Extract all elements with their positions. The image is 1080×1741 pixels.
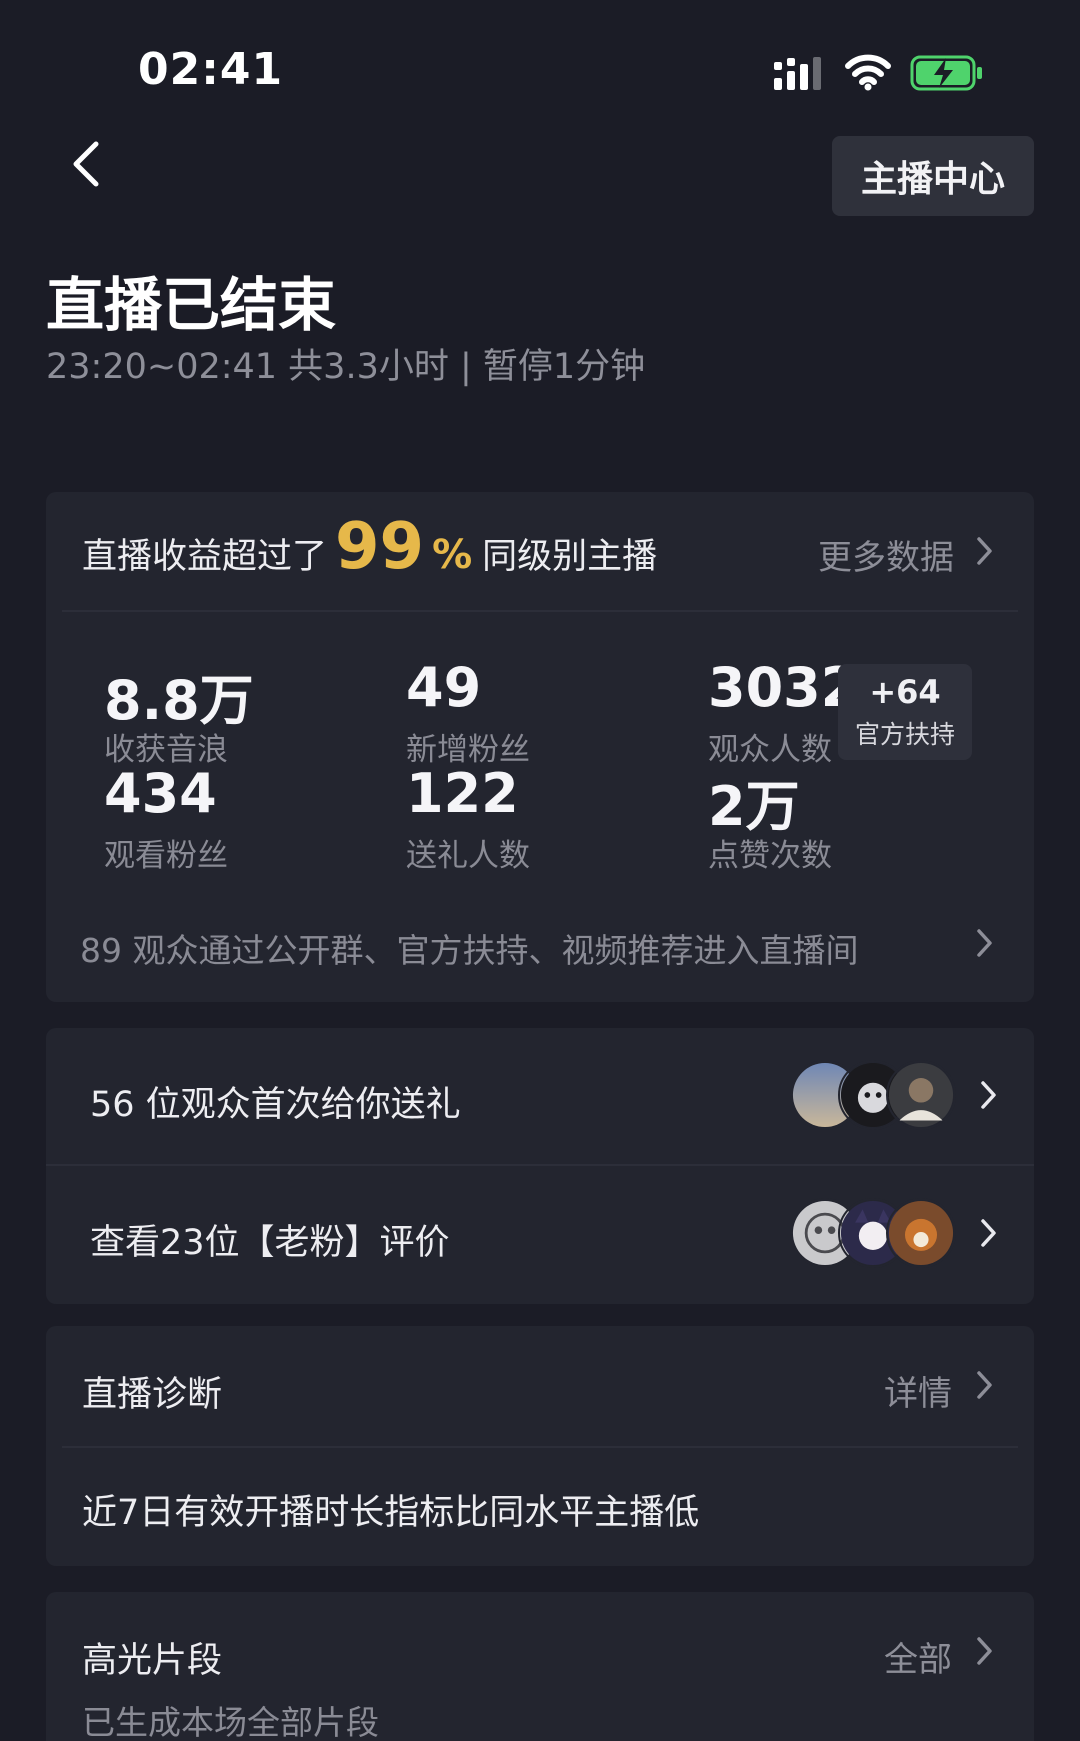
diagnosis-message: 近7日有效开播时长指标比同水平主播低 bbox=[82, 1493, 700, 1533]
viewer-entry-note[interactable]: 89 观众通过公开群、官方扶持、视频推荐进入直播间 bbox=[80, 924, 858, 972]
chevron-right-icon[interactable] bbox=[974, 1634, 996, 1668]
back-arrow-icon[interactable] bbox=[66, 136, 110, 192]
chevron-right-icon[interactable] bbox=[978, 1216, 1000, 1250]
chevron-right-icon[interactable] bbox=[978, 1078, 1000, 1112]
avatar bbox=[886, 1060, 956, 1130]
chevron-right-icon[interactable] bbox=[974, 534, 996, 568]
highlights-note: 已生成本场全部片段 bbox=[82, 1703, 379, 1741]
rank-percent-sign: % bbox=[432, 532, 473, 578]
rank-prefix: 直播收益超过了 bbox=[82, 537, 328, 577]
support-label: 官方扶持 bbox=[854, 720, 955, 749]
divider bbox=[62, 1446, 1018, 1448]
page-title: 直播已结束 bbox=[46, 271, 337, 339]
anchor-center-button[interactable]: 主播中心 bbox=[832, 136, 1034, 216]
battery-charging-icon bbox=[910, 55, 982, 91]
rank-percent: 99 bbox=[335, 510, 425, 584]
chevron-right-icon[interactable] bbox=[974, 926, 996, 960]
highlights-all-link[interactable]: 全部 bbox=[884, 1632, 952, 1681]
stat-value-viewers: 3032 bbox=[708, 656, 859, 719]
chevron-right-icon[interactable] bbox=[974, 1368, 996, 1402]
more-data-link[interactable]: 更多数据 bbox=[818, 530, 954, 579]
stat-value-gifters: 122 bbox=[406, 762, 519, 825]
stat-label-likes: 点赞次数 bbox=[708, 838, 832, 874]
divider bbox=[46, 1164, 1034, 1166]
stat-label-gifters: 送礼人数 bbox=[406, 838, 530, 874]
divider bbox=[62, 610, 1018, 612]
stat-label-watching-fans: 观看粉丝 bbox=[104, 838, 228, 874]
status-time: 02:41 bbox=[138, 44, 284, 95]
wifi-icon bbox=[845, 54, 891, 91]
support-delta: +64 bbox=[869, 673, 941, 711]
live-duration-subtitle: 23:20~02:41 共3.3小时 | 暂停1分钟 bbox=[46, 347, 646, 387]
highlights-title: 高光片段 bbox=[82, 1641, 223, 1681]
rank-suffix: 同级别主播 bbox=[482, 537, 658, 577]
revenue-rank-text: 直播收益超过了 99% 同级别主播 bbox=[82, 510, 657, 584]
diagnosis-details-link[interactable]: 详情 bbox=[884, 1366, 952, 1415]
diagnosis-title: 直播诊断 bbox=[82, 1375, 223, 1415]
stat-value-new-fans: 49 bbox=[406, 656, 482, 719]
first-gift-row-label[interactable]: 56 位观众首次给你送礼 bbox=[90, 1076, 461, 1127]
avatar bbox=[886, 1198, 956, 1268]
cellular-signal-icon bbox=[774, 57, 821, 90]
fan-reviews-row-label[interactable]: 查看23位【老粉】评价 bbox=[90, 1214, 450, 1265]
official-support-badge: +64 官方扶持 bbox=[838, 664, 972, 760]
stat-value-watching-fans: 434 bbox=[104, 762, 217, 825]
